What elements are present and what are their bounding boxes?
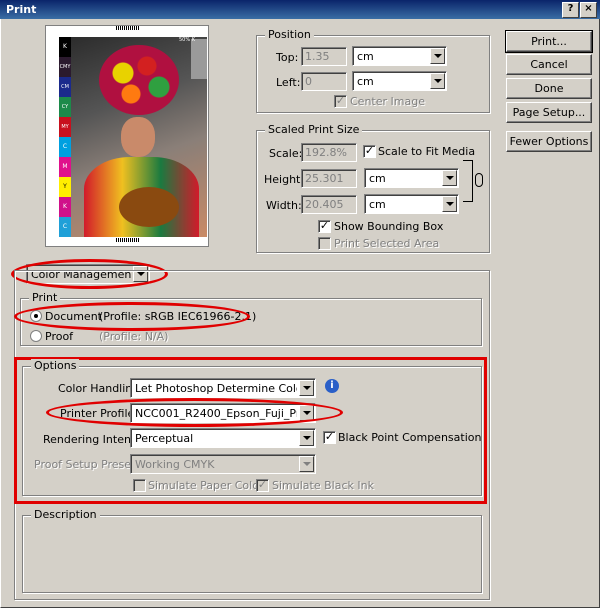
- print-selected-area-checkbox[interactable]: [318, 237, 331, 250]
- scale-to-fit-label: Scale to Fit Media: [378, 145, 476, 158]
- print-title: Print: [29, 291, 61, 304]
- swatch: C: [59, 217, 71, 237]
- color-swatch-strip: K CMY CM CY MY C M Y K C: [59, 37, 71, 237]
- gray-patch: [191, 39, 207, 79]
- preview-image: K CMY CM CY MY C M Y K C 50% K: [59, 37, 207, 237]
- chevron-down-icon[interactable]: [299, 405, 314, 421]
- swatch: CMY: [59, 57, 71, 77]
- cancel-button[interactable]: Cancel: [506, 54, 592, 75]
- proof-preset-select[interactable]: Working CMYK: [130, 454, 316, 474]
- swatch: C: [59, 137, 71, 157]
- top-unit-select[interactable]: cm: [352, 46, 447, 66]
- page-setup-button[interactable]: Page Setup...: [506, 102, 592, 123]
- show-bounding-box-label: Show Bounding Box: [334, 220, 444, 233]
- simulate-ink-checkbox[interactable]: ✓: [256, 479, 269, 492]
- print-preview: K CMY CM CY MY C M Y K C 50% K: [45, 25, 209, 247]
- printer-profile-select[interactable]: NCC001_R2400_Epson_Fuji_Prem...: [130, 403, 316, 423]
- left-input[interactable]: 0: [301, 72, 347, 91]
- position-title: Position: [265, 28, 314, 41]
- chevron-down-icon[interactable]: [442, 196, 457, 212]
- show-bounding-box-checkbox[interactable]: ✓: [318, 220, 331, 233]
- center-image-label: Center Image: [350, 95, 425, 108]
- simulate-paper-label: Simulate Paper Color: [148, 479, 264, 492]
- width-input[interactable]: 20.405: [301, 195, 357, 214]
- chevron-down-icon[interactable]: [299, 380, 314, 396]
- chevron-down-icon[interactable]: [430, 48, 445, 64]
- bottom-handle[interactable]: [116, 238, 140, 242]
- scale-to-fit-checkbox[interactable]: ✓: [363, 145, 376, 158]
- hat-fruit: [99, 45, 179, 115]
- description-title: Description: [31, 508, 100, 521]
- width-label: Width:: [266, 199, 302, 212]
- proof-preset-label: Proof Setup Preset:: [34, 458, 140, 471]
- chevron-down-icon[interactable]: [442, 170, 457, 186]
- chevron-down-icon[interactable]: [299, 430, 314, 446]
- swatch: K: [59, 37, 71, 57]
- proof-profile: (Profile: N/A): [99, 330, 169, 343]
- swatch: CY: [59, 97, 71, 117]
- scale-label: Scale:: [269, 147, 303, 160]
- swatch: K: [59, 197, 71, 217]
- height-label: Height:: [264, 173, 305, 186]
- black-point-label: Black Point Compensation: [338, 431, 482, 444]
- rendering-intent-select[interactable]: Perceptual: [130, 428, 316, 448]
- top-label: Top:: [276, 51, 299, 64]
- corner-label: 50% K: [179, 37, 195, 43]
- left-unit-select[interactable]: cm: [352, 71, 447, 91]
- chevron-down-icon[interactable]: [299, 456, 314, 472]
- guitar: [119, 187, 179, 227]
- swatch: Y: [59, 177, 71, 197]
- swatch: MY: [59, 117, 71, 137]
- document-label: Document: [45, 310, 102, 323]
- simulate-ink-label: Simulate Black Ink: [272, 479, 374, 492]
- left-label: Left:: [276, 76, 301, 89]
- swatch: M: [59, 157, 71, 177]
- height-input[interactable]: 25.301: [301, 169, 357, 188]
- simulate-paper-checkbox[interactable]: [133, 479, 146, 492]
- black-point-checkbox[interactable]: ✓: [323, 431, 336, 444]
- help-button[interactable]: ?: [562, 2, 579, 18]
- width-unit-select[interactable]: cm: [364, 194, 459, 214]
- top-handle[interactable]: [116, 26, 140, 30]
- print-button[interactable]: Print...: [505, 30, 593, 53]
- height-unit-select[interactable]: cm: [364, 168, 459, 188]
- printer-profile-label: Printer Profile:: [60, 407, 138, 420]
- color-handling-select[interactable]: Let Photoshop Determine Colors: [130, 378, 316, 398]
- close-button[interactable]: ×: [580, 2, 597, 18]
- center-image-checkbox[interactable]: ✓: [334, 95, 347, 108]
- proof-label: Proof: [45, 330, 74, 343]
- link-bracket: [463, 160, 473, 202]
- rendering-intent-label: Rendering Intent:: [43, 433, 139, 446]
- description-group: Description: [22, 508, 482, 593]
- scale-input[interactable]: 192.8%: [301, 143, 357, 162]
- document-profile: (Profile: sRGB IEC61966-2.1): [99, 310, 257, 323]
- top-input[interactable]: 1.35: [301, 47, 347, 66]
- options-title: Options: [31, 359, 80, 372]
- swatch: CM: [59, 77, 71, 97]
- face: [121, 117, 155, 157]
- chevron-down-icon[interactable]: [430, 73, 445, 89]
- info-icon[interactable]: i: [325, 379, 339, 393]
- scaled-title: Scaled Print Size: [265, 123, 363, 136]
- proof-radio[interactable]: [30, 330, 42, 342]
- print-selected-area-label: Print Selected Area: [334, 237, 440, 250]
- done-button[interactable]: Done: [506, 78, 592, 99]
- chain-link-icon[interactable]: [475, 173, 483, 187]
- document-radio[interactable]: [30, 310, 42, 322]
- title-bar[interactable]: Print ? ×: [0, 0, 600, 19]
- window-title: Print: [6, 3, 37, 16]
- fewer-options-button[interactable]: Fewer Options: [506, 131, 592, 152]
